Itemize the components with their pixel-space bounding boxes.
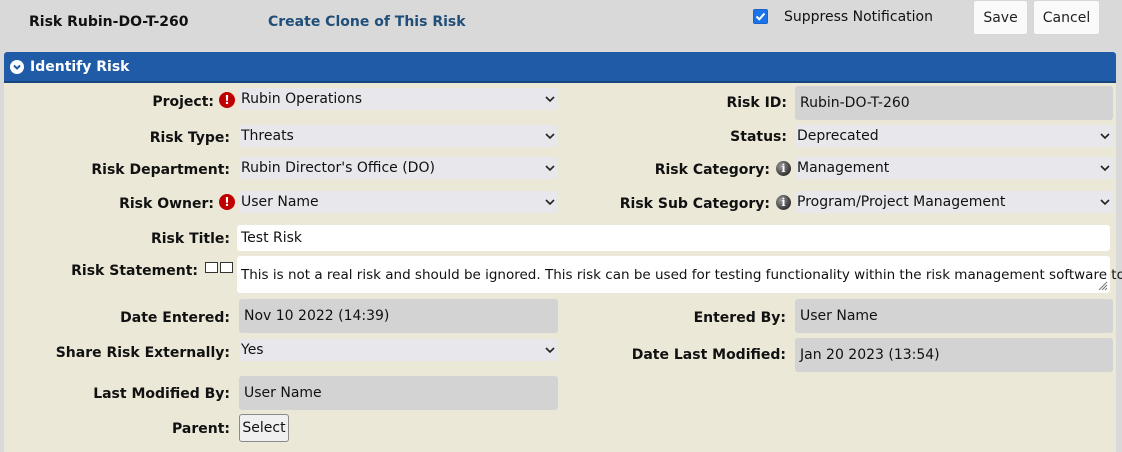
chevron-down-circle-icon[interactable] — [10, 60, 24, 74]
last-modified-by-field: User Name — [239, 376, 558, 410]
chevron-down-icon — [1100, 165, 1110, 172]
chevron-down-icon — [545, 133, 555, 140]
risk-sub-category-value: Program/Project Management — [797, 194, 1006, 210]
risk-owner-value: User Name — [241, 194, 319, 210]
entered-by-field: User Name — [795, 299, 1113, 333]
date-entered-label: Date Entered: — [120, 310, 230, 326]
chevron-down-icon — [1100, 133, 1110, 140]
risk-type-value: Threats — [241, 128, 294, 144]
parent-select-button[interactable]: Select — [239, 414, 289, 442]
exclamation-icon: ! — [219, 92, 235, 108]
risk-category-value: Management — [797, 160, 890, 176]
risk-department-value: Rubin Director's Office (DO) — [241, 160, 435, 176]
risk-department-select[interactable]: Rubin Director's Office (DO) — [239, 157, 558, 179]
status-value: Deprecated — [797, 128, 879, 144]
risk-department-label: Risk Department: — [91, 162, 230, 178]
section-title: Identify Risk — [30, 59, 130, 75]
share-externally-label: Share Risk Externally: — [55, 345, 230, 361]
project-label: Project: — [152, 94, 214, 110]
project-value: Rubin Operations — [241, 91, 363, 107]
suppress-notification-checkbox[interactable] — [753, 9, 768, 24]
create-clone-link[interactable]: Create Clone of This Risk — [268, 14, 466, 30]
risk-title-input[interactable]: Test Risk — [237, 225, 1110, 251]
statement-tools — [205, 262, 233, 273]
top-bar: Risk Rubin-DO-T-260 Create Clone of This… — [0, 0, 1122, 48]
expand-window-icon[interactable] — [205, 262, 218, 273]
chevron-down-icon — [545, 199, 555, 206]
info-icon[interactable]: i — [776, 161, 791, 176]
project-select[interactable]: Rubin Operations — [239, 88, 558, 110]
risk-owner-label: Risk Owner: — [119, 196, 214, 212]
risk-statement-textarea[interactable]: This is not a real risk and should be ig… — [237, 256, 1122, 293]
risk-sub-category-select[interactable]: Program/Project Management — [795, 191, 1113, 213]
risk-category-select[interactable]: Management — [795, 157, 1113, 179]
info-icon[interactable]: i — [776, 195, 791, 210]
risk-id-label: Risk ID: — [726, 95, 787, 111]
share-externally-select[interactable]: Yes — [239, 339, 558, 361]
risk-statement-text: This is not a real risk and should be ig… — [241, 266, 1122, 283]
cancel-button[interactable]: Cancel — [1033, 0, 1100, 35]
risk-sub-category-label: Risk Sub Category: — [619, 196, 770, 212]
date-last-modified-label: Date Last Modified: — [631, 347, 786, 363]
risk-name-title: Risk Rubin-DO-T-260 — [29, 14, 189, 30]
section-header[interactable]: Identify Risk — [4, 52, 1116, 83]
chevron-down-icon — [545, 347, 555, 354]
last-modified-by-label: Last Modified By: — [93, 386, 230, 402]
status-label: Status: — [730, 129, 787, 145]
risk-category-label: Risk Category: — [654, 162, 770, 178]
risk-owner-select[interactable]: User Name — [239, 191, 558, 213]
risk-type-select[interactable]: Threats — [239, 125, 558, 147]
checkmark-icon — [755, 12, 766, 21]
suppress-notification-label[interactable]: Suppress Notification — [784, 9, 933, 25]
parent-label: Parent: — [172, 421, 230, 437]
status-select[interactable]: Deprecated — [795, 125, 1113, 147]
share-externally-value: Yes — [241, 342, 264, 358]
resize-grip-icon[interactable] — [1097, 280, 1108, 291]
entered-by-label: Entered By: — [693, 310, 786, 326]
exclamation-icon: ! — [219, 194, 235, 210]
risk-statement-label: Risk Statement: — [71, 263, 198, 279]
chevron-down-icon — [545, 96, 555, 103]
date-entered-field: Nov 10 2022 (14:39) — [239, 299, 558, 333]
list-view-icon[interactable] — [220, 262, 233, 273]
risk-type-label: Risk Type: — [149, 130, 230, 146]
save-button[interactable]: Save — [973, 0, 1028, 35]
risk-title-label: Risk Title: — [150, 231, 230, 247]
chevron-down-icon — [545, 165, 555, 172]
risk-id-field: Rubin-DO-T-260 — [795, 86, 1113, 120]
date-last-modified-field: Jan 20 2023 (13:54) — [795, 338, 1113, 372]
chevron-down-icon — [1100, 199, 1110, 206]
